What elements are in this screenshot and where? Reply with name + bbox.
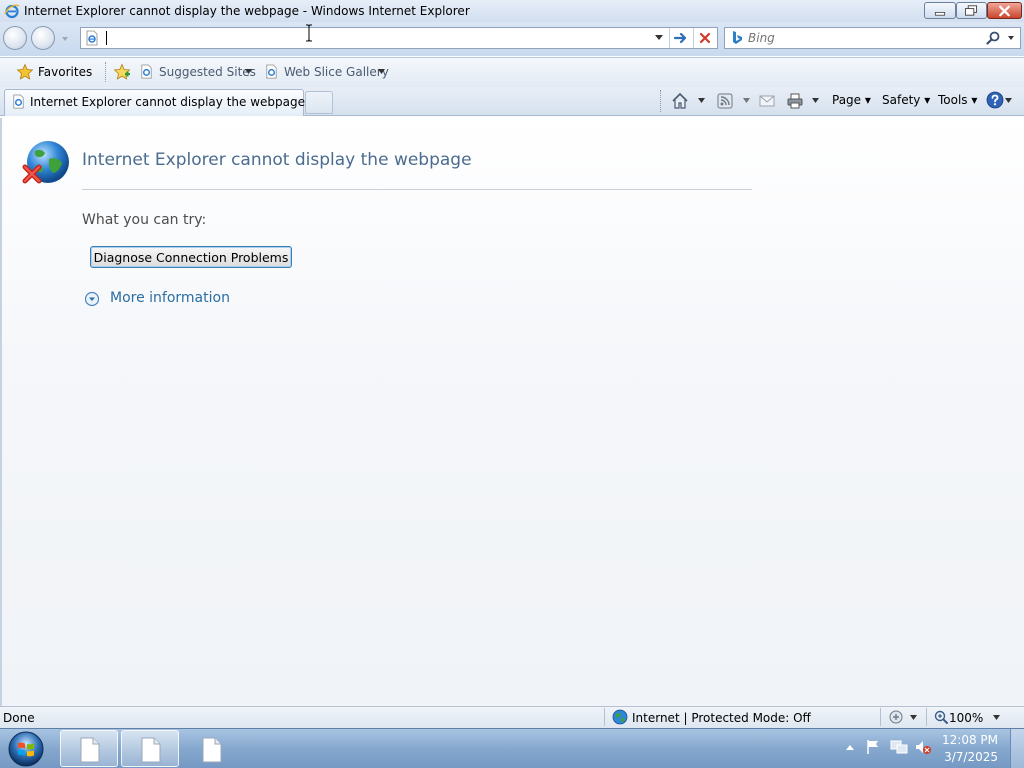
safety-menu[interactable]: Safety ▾ (882, 93, 930, 107)
address-dropdown-icon[interactable] (650, 32, 668, 44)
text-caret (106, 31, 107, 45)
close-button[interactable] (987, 2, 1022, 19)
clock-date[interactable]: 3/7/2025 (938, 750, 998, 764)
taskbar-window-button[interactable] (60, 730, 118, 767)
mail-icon[interactable] (758, 92, 776, 110)
search-icon[interactable] (985, 30, 1001, 46)
show-desktop-button[interactable] (1010, 729, 1024, 768)
stop-icon[interactable] (696, 29, 714, 47)
chevron-down-icon[interactable] (742, 97, 751, 104)
taskbar-window-button[interactable] (121, 730, 179, 767)
diagnose-connection-button[interactable]: Diagnose Connection Problems (90, 246, 292, 268)
bing-icon (733, 31, 742, 44)
divider (926, 708, 927, 726)
favorites-label: Favorites (38, 65, 93, 79)
taskbar-window-button[interactable] (182, 730, 240, 767)
new-tab-button[interactable] (305, 91, 333, 114)
go-arrow-icon[interactable] (672, 29, 690, 47)
divider (669, 28, 670, 48)
feeds-icon[interactable] (716, 92, 734, 110)
action-center-flag-icon[interactable] (865, 739, 881, 755)
search-input[interactable] (748, 29, 978, 47)
forward-button[interactable] (31, 26, 55, 50)
divider (693, 28, 694, 48)
start-button-icon[interactable] (6, 730, 46, 768)
address-input[interactable] (104, 29, 644, 47)
suggested-sites-link[interactable]: Suggested Sites (159, 65, 256, 79)
divider (604, 708, 605, 726)
status-bar (0, 706, 1024, 728)
chevron-down-icon[interactable] (1004, 97, 1013, 104)
toolbar-grip[interactable] (660, 90, 663, 112)
close-icon (999, 5, 1010, 17)
restore-icon (964, 5, 978, 16)
ie-page-icon (13, 94, 24, 109)
web-slice-gallery-link[interactable]: Web Slice Gallery (284, 65, 389, 79)
add-to-favorites-bar-icon[interactable] (113, 63, 131, 81)
safety-menu-label: Safety (882, 93, 921, 107)
minimize-icon (934, 12, 946, 16)
restore-button[interactable] (956, 2, 987, 19)
toolbar-grip[interactable] (105, 62, 108, 82)
divider (82, 189, 752, 190)
tools-menu[interactable]: Tools ▾ (938, 93, 977, 107)
page-menu[interactable]: Page ▾ (832, 93, 871, 107)
tab-label: Internet Explorer cannot display the web… (30, 95, 305, 109)
more-information-link[interactable]: More information (110, 290, 230, 306)
star-icon (16, 63, 34, 80)
document-icon (202, 737, 222, 763)
security-zone-text: Internet | Protected Mode: Off (632, 711, 811, 725)
text-cursor-icon (306, 24, 312, 42)
show-hidden-icons-icon[interactable] (845, 743, 855, 751)
home-icon[interactable] (671, 92, 689, 110)
chevron-down-icon[interactable] (992, 714, 1001, 721)
page-menu-label: Page (832, 93, 862, 107)
chevron-down-icon[interactable] (811, 97, 820, 104)
printer-icon[interactable] (786, 92, 804, 110)
window-title: Internet Explorer cannot display the web… (24, 4, 470, 18)
zoom-level[interactable]: 100% (949, 711, 983, 725)
chevron-down-icon[interactable] (697, 97, 706, 104)
help-icon[interactable] (986, 91, 1004, 109)
document-icon (141, 737, 161, 763)
security-status-icon[interactable] (887, 709, 905, 725)
globe-error-icon (22, 141, 69, 184)
chevron-down-icon[interactable] (244, 68, 253, 75)
ie-page-icon (141, 64, 152, 79)
tools-menu-label: Tools (938, 93, 968, 107)
clock-time[interactable]: 12:08 PM (938, 733, 998, 747)
recent-pages-dropdown-icon[interactable] (60, 35, 70, 43)
search-options-dropdown-icon[interactable] (1006, 34, 1016, 42)
document-icon (80, 737, 100, 763)
status-text: Done (3, 711, 35, 725)
volume-muted-icon[interactable] (914, 739, 932, 755)
chevron-down-icon[interactable] (909, 714, 918, 721)
expand-circle-icon[interactable] (84, 291, 100, 307)
back-button[interactable] (3, 26, 27, 50)
ie-logo-icon (4, 4, 20, 19)
internet-zone-icon[interactable] (612, 709, 628, 725)
chevron-down-icon[interactable] (377, 68, 386, 75)
minimize-button[interactable] (924, 2, 956, 19)
zoom-icon[interactable] (933, 709, 949, 725)
what-you-can-try-label: What you can try: (82, 212, 207, 228)
ie-page-icon (266, 64, 277, 79)
error-heading: Internet Explorer cannot display the web… (82, 150, 472, 170)
divider (880, 708, 881, 726)
page-content (0, 118, 1024, 706)
network-icon[interactable] (890, 739, 908, 755)
page-icon (86, 30, 98, 46)
